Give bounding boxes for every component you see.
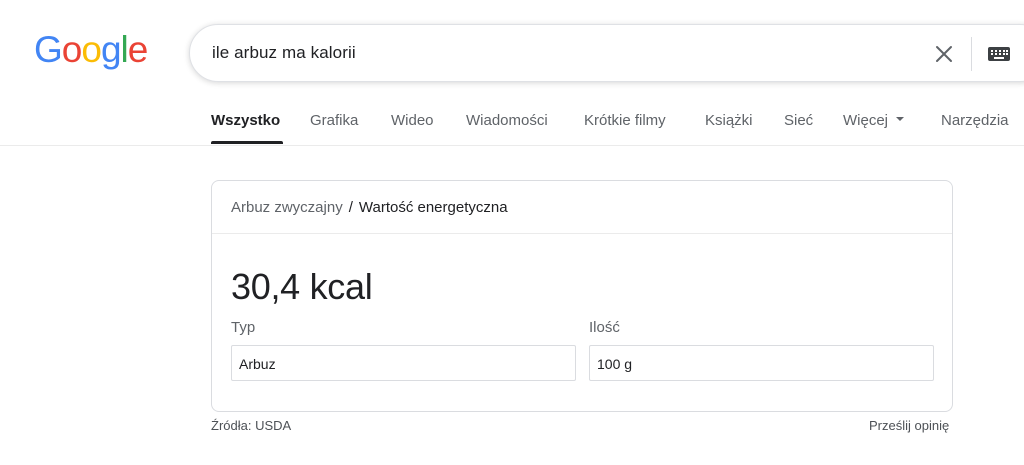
close-icon[interactable] xyxy=(932,42,956,66)
tab-all[interactable]: Wszystko xyxy=(211,112,280,129)
tab-news[interactable]: Wiadomości xyxy=(466,112,548,129)
nutrition-card: Arbuz zwyczajny / Wartość energetyczna 30,… xyxy=(211,180,953,412)
breadcrumb-separator: / xyxy=(348,199,353,216)
keyboard-icon[interactable] xyxy=(986,42,1012,66)
tab-more[interactable]: Więcej xyxy=(843,112,905,129)
google-logo[interactable]: Google xyxy=(34,29,149,70)
calorie-value: 30,4 kcal xyxy=(231,266,373,307)
search-tabs: Wszystko Grafika Wideo Wiadomości Krótki… xyxy=(0,100,1024,146)
tab-books[interactable]: Książki xyxy=(705,112,753,129)
tab-videos[interactable]: Wideo xyxy=(391,112,434,129)
amount-label: Ilość xyxy=(589,319,620,336)
breadcrumb-current: Wartość energetyczna xyxy=(358,199,508,216)
type-select[interactable]: Arbuz xyxy=(231,345,576,381)
logo-letter: g xyxy=(100,29,122,70)
logo-letter: o xyxy=(61,29,83,70)
breadcrumb-link[interactable]: Arbuz zwyczajny xyxy=(231,199,343,216)
breadcrumb: Arbuz zwyczajny / Wartość energetyczna xyxy=(231,199,508,216)
logo-letter: e xyxy=(127,29,149,70)
logo-letter: o xyxy=(81,29,102,70)
search-input[interactable]: ile arbuz ma kalorii xyxy=(212,43,356,63)
active-tab-indicator xyxy=(211,141,283,144)
search-bar[interactable]: ile arbuz ma kalorii xyxy=(189,24,1024,82)
tab-images[interactable]: Grafika xyxy=(310,112,358,129)
logo-letter: G xyxy=(34,29,63,70)
logo-letter: l xyxy=(120,29,129,70)
feedback-link[interactable]: Prześlij opinię xyxy=(869,418,949,433)
tab-web[interactable]: Sieć xyxy=(784,112,813,129)
tab-short-videos[interactable]: Krótkie filmy xyxy=(584,112,666,129)
card-header: Arbuz zwyczajny / Wartość energetyczna xyxy=(212,181,952,234)
tab-tools[interactable]: Narzędzia xyxy=(941,112,1009,129)
chevron-down-icon xyxy=(896,117,905,122)
amount-select[interactable]: 100 g xyxy=(589,345,934,381)
tab-more-label: Więcej xyxy=(843,112,889,129)
sources-text: Źródła: USDA xyxy=(211,418,292,433)
search-divider xyxy=(971,37,972,71)
type-label: Typ xyxy=(231,319,256,336)
